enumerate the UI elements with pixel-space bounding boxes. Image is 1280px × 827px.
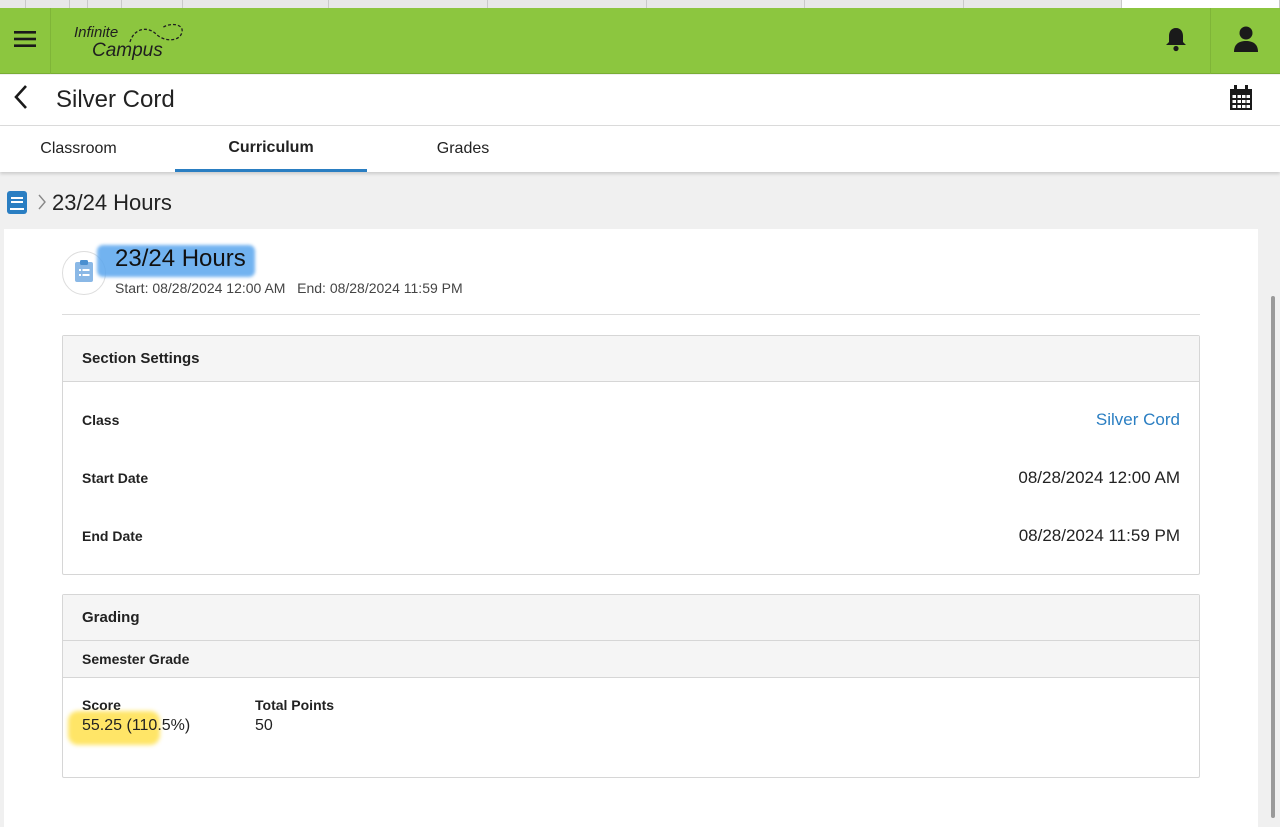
end-date-label: End Date [82,528,143,544]
notifications-button[interactable] [1142,8,1210,74]
browser-tab-active[interactable] [1122,0,1280,8]
browser-tab[interactable] [329,0,488,8]
browser-tab[interactable] [88,0,122,8]
browser-tab[interactable] [488,0,647,8]
infinity-swoosh-icon [129,23,183,43]
tab-grades[interactable]: Grades [367,126,559,172]
settings-row-end-date: End Date 08/28/2024 11:59 PM [63,498,1199,556]
back-button[interactable] [6,84,36,114]
browser-tab[interactable] [647,0,805,8]
scrollbar-thumb[interactable] [1271,296,1275,818]
score-label: Score [82,697,121,713]
book-icon[interactable] [7,191,27,220]
browser-tab[interactable] [964,0,1122,8]
breadcrumb-current: 23/24 Hours [52,190,172,215]
settings-row-start-date: Start Date 08/28/2024 12:00 AM [63,440,1199,498]
user-profile-button[interactable] [1210,8,1280,74]
end-date-value: 08/28/2024 11:59 PM [1018,526,1180,545]
grade-values: Score 55.25 (110.5%) Total Points 50 [63,678,1199,776]
chevron-left-icon [12,84,30,115]
infinite-campus-logo[interactable]: Infinite Campus [74,20,194,64]
assignment-detail-card: 23/24 Hours Start: 08/28/2024 12:00 AM E… [4,229,1258,827]
bell-icon [1164,26,1188,57]
page-title: Silver Cord [56,86,175,113]
class-label: Class [82,412,120,428]
section-settings-panel: Section Settings Class Silver Cord Start… [62,335,1200,575]
browser-tab-strip [0,0,1280,8]
user-icon [1233,25,1259,58]
tab-curriculum[interactable]: Curriculum [175,126,367,172]
browser-tab[interactable] [0,0,26,8]
browser-tab[interactable] [26,0,70,8]
divider [62,314,1200,315]
assignment-dates: Start: 08/28/2024 12:00 AM End: 08/28/20… [115,280,463,296]
semester-grade-heading: Semester Grade [63,641,1199,678]
breadcrumb: 23/24 Hours [0,180,1280,224]
settings-row-class: Class Silver Cord [63,382,1199,440]
browser-tab[interactable] [70,0,88,8]
browser-tab[interactable] [122,0,183,8]
total-points-label: Total Points [255,697,335,713]
start-date-value: 08/28/2024 12:00 AM [1018,468,1180,487]
score-column: Score 55.25 (110.5%) [68,697,191,745]
score-value: 55.25 (110.5%) [82,717,191,734]
assignment-title: 23/24 Hours [115,245,246,272]
menu-button[interactable] [0,8,51,74]
tab-classroom[interactable]: Classroom [0,126,157,172]
total-points-value: 50 [255,717,273,734]
grading-heading: Grading [63,595,1199,641]
clipboard-icon [74,259,94,288]
grading-panel: Grading Semester Grade Score 55.25 (110.… [62,594,1200,778]
calendar-button[interactable] [1226,84,1256,116]
browser-tab[interactable] [805,0,964,8]
start-date-label: Start Date [82,470,149,486]
logo-text-line1: Infinite [74,24,119,41]
page-titlebar: Silver Cord [0,75,1280,126]
class-link[interactable]: Silver Cord [1096,410,1180,430]
hamburger-menu-icon [13,29,37,54]
total-points-column: Total Points 50 [255,697,334,735]
section-tabs: Classroom Curriculum Grades [0,126,1280,172]
browser-tab[interactable] [183,0,329,8]
calendar-icon [1229,84,1253,116]
app-header: Infinite Campus [0,8,1280,74]
section-settings-heading: Section Settings [63,336,1199,382]
chevron-right-icon [36,193,48,216]
